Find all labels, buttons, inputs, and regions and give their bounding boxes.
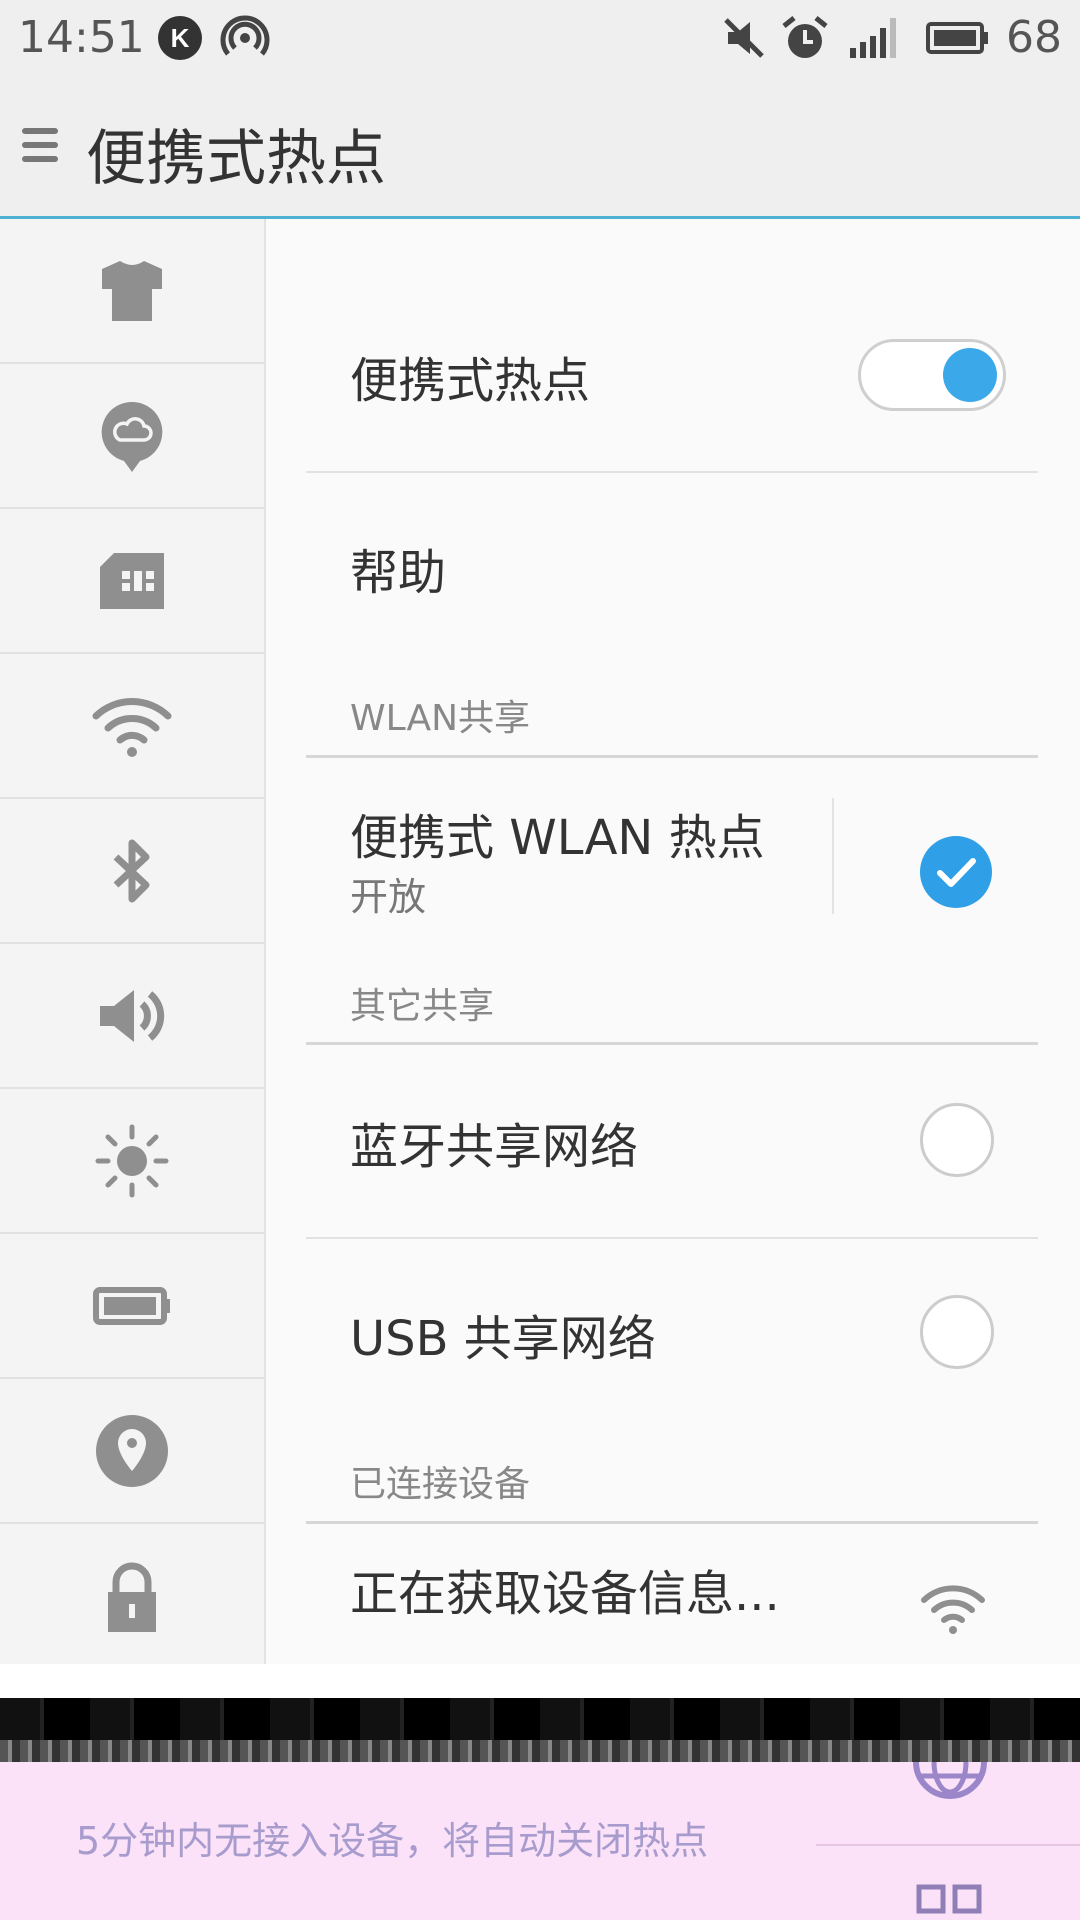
help-label: 帮助 (350, 545, 447, 601)
hotspot-toggle-row[interactable]: 便携式热点 (306, 219, 1038, 471)
signal-icon (850, 18, 896, 58)
bluetooth-tether-row[interactable]: 蓝牙共享网络 (306, 1045, 1038, 1235)
device-label: 正在获取设备信息... (350, 1566, 780, 1622)
sidebar-item-sim[interactable] (0, 509, 264, 654)
usb-tether-checkbox[interactable] (920, 1295, 994, 1369)
k-app-icon: K (158, 16, 202, 60)
sidebar-item-theme[interactable] (0, 219, 264, 364)
usb-tether-row[interactable]: USB 共享网络 (306, 1239, 1038, 1429)
sidebar-item-security[interactable] (0, 1524, 264, 1667)
section-header-wlan: WLAN共享 (350, 698, 531, 739)
globe-icon (913, 1762, 987, 1799)
sidebar-item-wifi[interactable] (0, 654, 264, 799)
checkmark-icon (937, 858, 976, 887)
svg-text:K: K (171, 23, 190, 53)
wlan-hotspot-label: 便携式 WLAN 热点 (350, 810, 765, 866)
title-bar: 便携式热点 (0, 80, 1080, 219)
sidebar-item-location[interactable] (0, 1379, 264, 1524)
usb-tether-label: USB 共享网络 (350, 1311, 656, 1367)
screen-glitch (0, 1740, 1080, 1762)
connected-device-row[interactable]: 正在获取设备信息... (306, 1524, 1038, 1664)
device-wifi-icon (921, 1585, 985, 1634)
section-header-other: 其它共享 (350, 986, 495, 1027)
row-separator (832, 798, 834, 914)
status-bar: 14:51 K 68 (0, 0, 1080, 80)
sidebar-item-display[interactable] (0, 1089, 264, 1234)
toast-message: 5分钟内无接入设备，将自动关闭热点 (76, 1819, 709, 1863)
divider (816, 1844, 1080, 1846)
mute-icon (724, 18, 764, 58)
battery-level: 68 (1006, 12, 1062, 63)
sidebar-item-bluetooth[interactable] (0, 799, 264, 944)
cloud-icon (101, 401, 163, 472)
alarm-icon (782, 16, 828, 58)
sidebar-item-battery[interactable] (0, 1234, 264, 1379)
wlan-hotspot-row[interactable]: 便携式 WLAN 热点 开放 (306, 758, 1038, 919)
wlan-hotspot-status: 开放 (350, 875, 427, 919)
bluetooth-icon (113, 839, 150, 902)
bluetooth-tether-checkbox[interactable] (920, 1103, 994, 1177)
section-header-connected: 已连接设备 (350, 1464, 531, 1505)
sound-icon (100, 989, 165, 1042)
sidebar-item-sound[interactable] (0, 944, 264, 1089)
lock-icon (108, 1562, 156, 1632)
recent-apps-icon[interactable] (916, 1882, 982, 1916)
battery-icon (93, 1286, 170, 1325)
screen-glitch (0, 1664, 1080, 1698)
wlan-hotspot-checkbox[interactable] (920, 836, 992, 908)
battery-icon (926, 22, 988, 54)
help-row[interactable]: 帮助 (306, 473, 1038, 633)
sidebar (0, 219, 266, 1664)
theme-shirt-icon (102, 260, 162, 321)
hotspot-label: 便携式热点 (350, 353, 591, 409)
switch-knob (943, 348, 997, 402)
hotspot-switch[interactable] (858, 339, 1006, 411)
page-title: 便携式热点 (86, 124, 386, 194)
brightness-icon (95, 1124, 169, 1197)
hotspot-status-icon (220, 15, 270, 56)
sidebar-item-cloud[interactable] (0, 364, 264, 509)
menu-icon[interactable] (22, 120, 58, 176)
location-icon (96, 1414, 168, 1487)
sim-card-icon (100, 552, 164, 609)
status-time: 14:51 (18, 12, 145, 63)
bluetooth-tether-label: 蓝牙共享网络 (350, 1119, 639, 1175)
wifi-icon (92, 697, 172, 757)
toast: 5分钟内无接入设备，将自动关闭热点 (0, 1762, 1080, 1920)
